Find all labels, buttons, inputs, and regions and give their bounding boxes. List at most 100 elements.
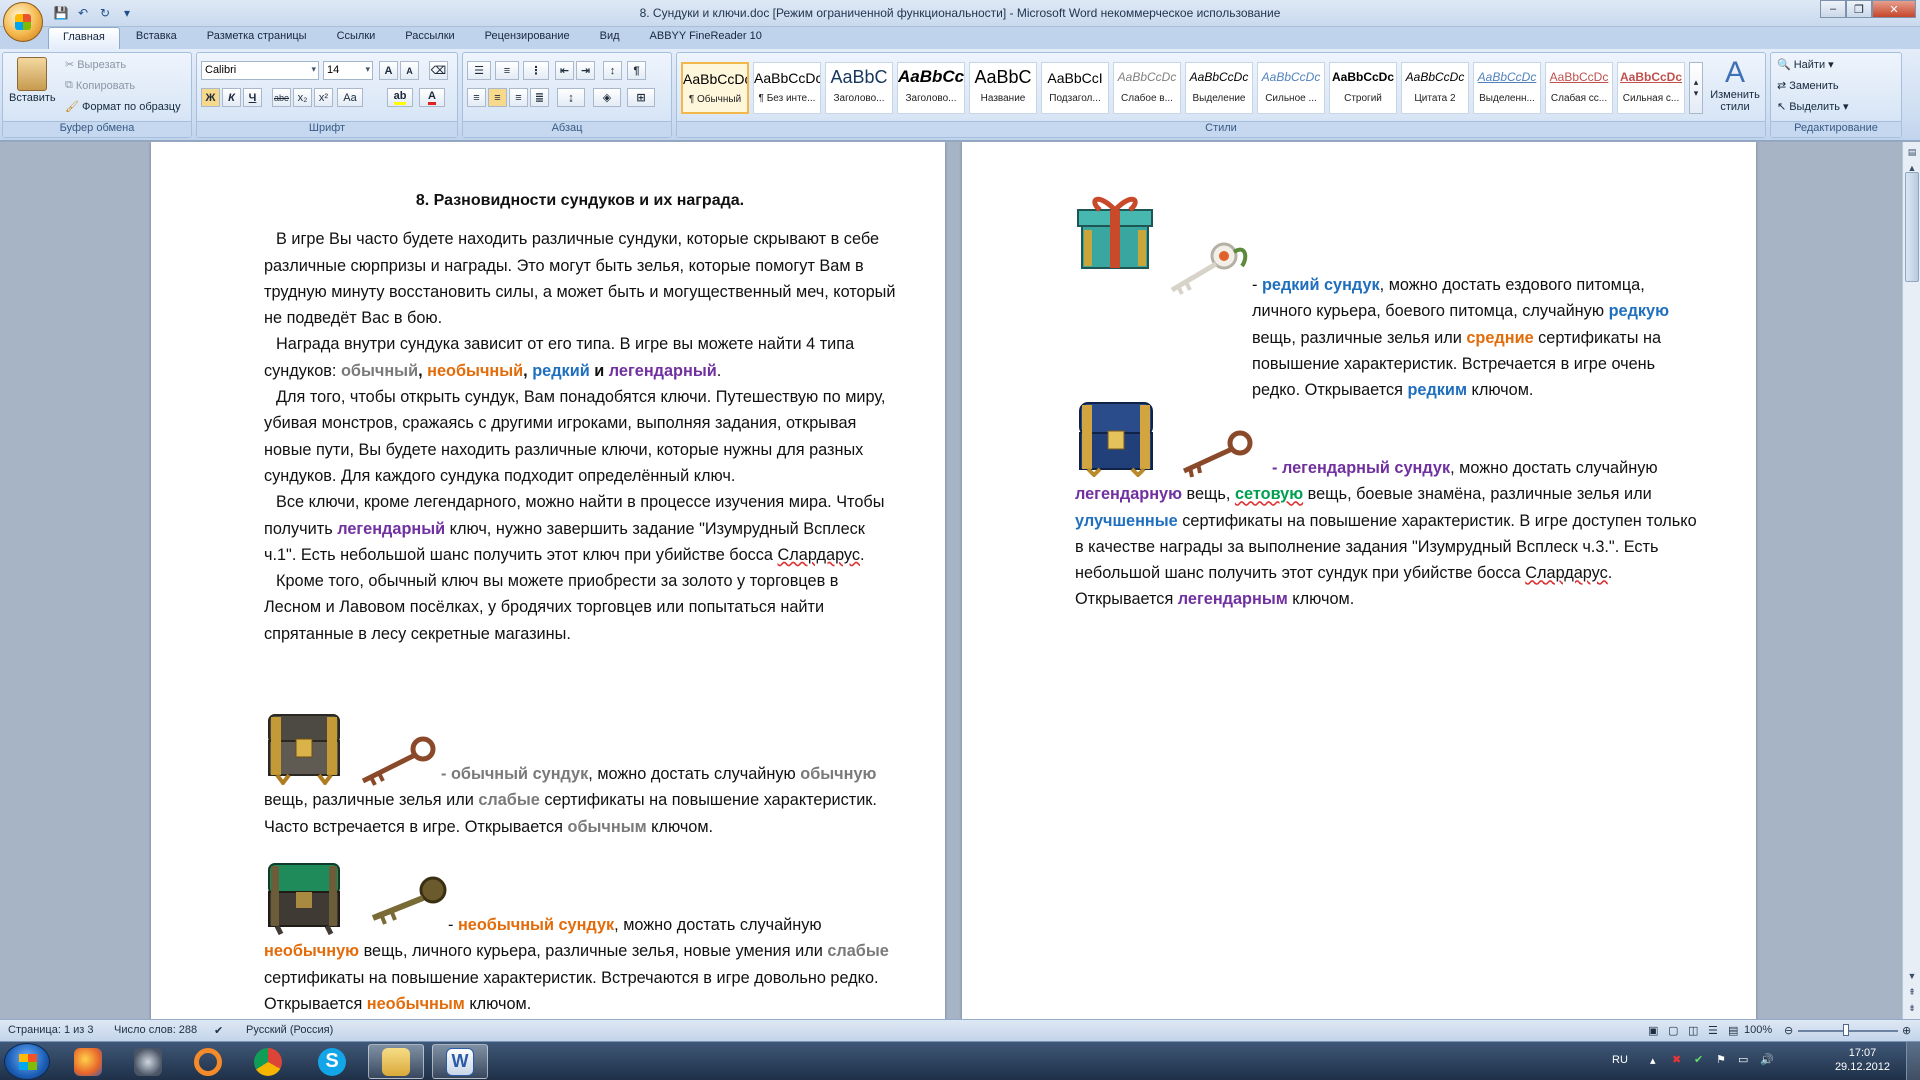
view-outline-icon[interactable]: ☰ [1708, 1024, 1718, 1037]
style-intense-quote[interactable]: AaBbCcDc Выделенн... [1473, 62, 1541, 114]
taskbar-word[interactable]: W [432, 1044, 488, 1079]
tab-view[interactable]: Вид [586, 27, 634, 49]
maximize-button[interactable]: ❐ [1846, 0, 1872, 18]
increase-indent-icon[interactable]: ⇥ [576, 61, 595, 80]
zoom-level[interactable]: 100% [1744, 1024, 1772, 1036]
style-subtle-reference[interactable]: AaBbCcDc Слабая сс... [1545, 62, 1613, 114]
next-page-icon[interactable]: ⇟ [1904, 1000, 1920, 1016]
show-desktop-button[interactable] [1906, 1042, 1920, 1080]
style-no-spacing[interactable]: AaBbCcDc ¶ Без инте... [753, 62, 821, 114]
rare-chest-image[interactable] [1074, 190, 1158, 274]
common-chest-text[interactable]: - обычный сундук, можно достать случайну… [264, 761, 896, 840]
style-normal[interactable]: AaBbCcDc ¶ Обычный [681, 62, 749, 114]
rare-chest-text[interactable]: - редкий сундук, можно достать ездового … [1075, 272, 1707, 403]
view-print-layout-icon[interactable]: ▣ [1648, 1024, 1658, 1037]
tab-page-layout[interactable]: Разметка страницы [193, 27, 321, 49]
change-case-button[interactable]: Aa [337, 88, 363, 107]
monitor-icon[interactable]: ▭ [1738, 1053, 1748, 1066]
highlight-icon[interactable]: ab [387, 88, 413, 107]
shrink-font-button[interactable]: A [400, 61, 419, 80]
cut-button[interactable]: ✂ Вырезать [65, 58, 126, 72]
page-1[interactable]: 8. Разновидности сундуков и их награда. … [151, 142, 945, 1019]
ruler-toggle-icon[interactable]: ▤ [1904, 144, 1920, 160]
style-emphasis[interactable]: AaBbCcDc Выделение [1185, 62, 1253, 114]
taskbar-steam[interactable] [120, 1044, 176, 1079]
style-subtitle[interactable]: AaBbCcI Подзагол... [1041, 62, 1109, 114]
previous-page-icon[interactable]: ⇞ [1904, 984, 1920, 1000]
zoom-slider-thumb[interactable] [1843, 1024, 1849, 1036]
office-button[interactable] [3, 2, 43, 42]
start-button[interactable] [4, 1043, 50, 1080]
style-subtle-emphasis[interactable]: AaBbCcDc Слабое в... [1113, 62, 1181, 114]
align-right-icon[interactable]: ≡ [509, 88, 528, 107]
taskbar-skype[interactable]: S [304, 1044, 360, 1079]
zoom-in-icon[interactable]: ⊕ [1902, 1024, 1911, 1037]
shading-icon[interactable]: ◈ [593, 88, 621, 107]
taskbar-origin[interactable] [180, 1044, 236, 1079]
taskbar-explorer[interactable] [368, 1044, 424, 1079]
uncommon-chest-text[interactable]: - необычный сундук, можно достать случай… [264, 912, 896, 1017]
replace-button[interactable]: ⇄ Заменить [1777, 79, 1839, 93]
sort-icon[interactable]: ↕ [603, 61, 622, 80]
underline-button[interactable]: Ч [243, 88, 262, 107]
align-center-icon[interactable]: ≡ [488, 88, 507, 107]
minimize-button[interactable]: – [1820, 0, 1846, 18]
style-title[interactable]: AaBbC Название [969, 62, 1037, 114]
change-styles-button[interactable]: A Изменить стили [1707, 57, 1763, 114]
style-intense-reference[interactable]: AaBbCcDc Сильная с... [1617, 62, 1685, 114]
view-web-icon[interactable]: ◫ [1688, 1024, 1698, 1037]
grow-font-button[interactable]: A [379, 61, 398, 80]
taskbar-firefox[interactable] [60, 1044, 116, 1079]
format-painter-button[interactable]: 🖌 Формат по образцу [65, 100, 181, 114]
keyboard-language[interactable]: RU [1612, 1054, 1628, 1066]
select-button[interactable]: ↖ Выделить ▾ [1777, 100, 1849, 114]
spellcheck-icon[interactable]: ✔ [214, 1024, 223, 1037]
tab-review[interactable]: Рецензирование [471, 27, 584, 49]
network-warning-icon[interactable]: ✖ [1672, 1053, 1681, 1066]
view-full-screen-icon[interactable]: ▢ [1668, 1024, 1678, 1037]
tab-abbyy[interactable]: ABBYY FineReader 10 [636, 27, 776, 49]
style-strong[interactable]: AaBbCcDc Строгий [1329, 62, 1397, 114]
style-heading-1[interactable]: AaBbC Заголово... [825, 62, 893, 114]
tab-insert[interactable]: Вставка [122, 27, 191, 49]
multilevel-list-icon[interactable]: ⋮ [523, 61, 549, 80]
subscript-button[interactable]: x₂ [293, 88, 312, 107]
paste-button[interactable]: Вставить [9, 57, 56, 104]
font-size-select[interactable]: 14 [323, 61, 373, 80]
show-marks-icon[interactable]: ¶ [627, 61, 646, 80]
view-draft-icon[interactable]: ▤ [1728, 1024, 1738, 1037]
borders-icon[interactable]: ⊞ [627, 88, 655, 107]
tab-mailings[interactable]: Рассылки [391, 27, 468, 49]
language[interactable]: Русский (Россия) [246, 1024, 333, 1036]
zoom-out-icon[interactable]: ⊖ [1784, 1024, 1793, 1037]
page-count[interactable]: Страница: 1 из 3 [8, 1024, 94, 1036]
numbering-icon[interactable]: ≡ [495, 61, 519, 80]
action-center-icon[interactable]: ⚑ [1716, 1053, 1726, 1066]
style-heading-2[interactable]: AaBbCc Заголово... [897, 62, 965, 114]
bullets-icon[interactable]: ☰ [467, 61, 491, 80]
page-1-text[interactable]: 8. Разновидности сундуков и их награда. … [264, 188, 896, 647]
strikethrough-button[interactable]: abe [272, 88, 291, 107]
close-button[interactable]: ✕ [1872, 0, 1916, 18]
tab-home[interactable]: Главная [48, 27, 120, 49]
security-icon[interactable]: ✔ [1694, 1053, 1703, 1066]
style-intense-emphasis[interactable]: AaBbCcDc Сильное ... [1257, 62, 1325, 114]
decrease-indent-icon[interactable]: ⇤ [555, 61, 574, 80]
scroll-thumb[interactable] [1905, 172, 1919, 282]
legendary-chest-text[interactable]: - легендарный сундук, можно достать случ… [1075, 455, 1707, 613]
align-left-icon[interactable]: ≡ [467, 88, 486, 107]
clock[interactable]: 17:07 29.12.2012 [1835, 1046, 1890, 1074]
superscript-button[interactable]: x² [314, 88, 333, 107]
clear-format-icon[interactable]: ⌫ [429, 61, 448, 80]
font-family-select[interactable]: Calibri [201, 61, 319, 80]
page-2[interactable]: - редкий сундук, можно достать ездового … [962, 142, 1756, 1019]
tab-references[interactable]: Ссылки [323, 27, 390, 49]
italic-button[interactable]: К [222, 88, 241, 107]
style-quote-2[interactable]: AaBbCcDc Цитата 2 [1401, 62, 1469, 114]
styles-scroll-icon[interactable]: ▴ ▾ [1689, 62, 1703, 114]
scroll-down-icon[interactable]: ▼ [1904, 968, 1920, 984]
bold-button[interactable]: Ж [201, 88, 220, 107]
word-count[interactable]: Число слов: 288 [114, 1024, 197, 1036]
vertical-scrollbar[interactable]: ▤ ▲ ▼ ⇞ ⇟ [1902, 142, 1920, 1019]
volume-icon[interactable]: 🔊 [1760, 1053, 1774, 1066]
